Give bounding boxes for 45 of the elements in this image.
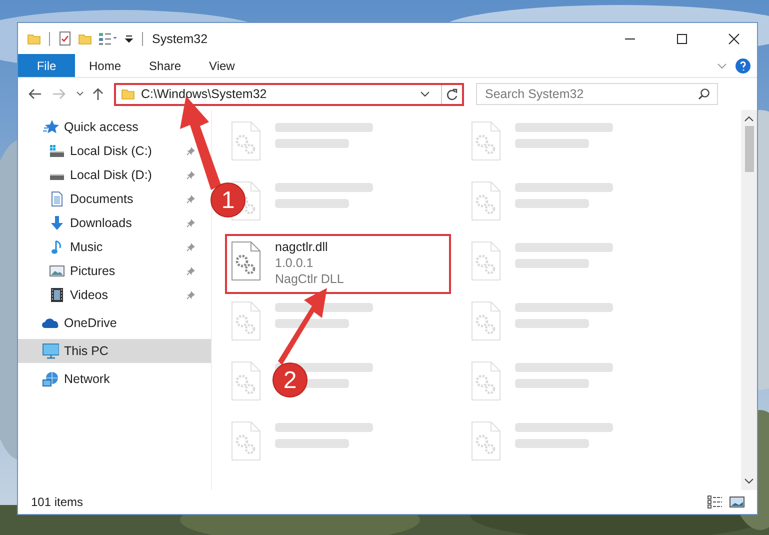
- picture-icon: [48, 264, 65, 278]
- file-tile[interactable]: nagctlr.dll 1.0.0.1 NagCtlr DLL: [225, 234, 451, 294]
- drive-icon: [48, 144, 65, 158]
- folder-icon: [120, 87, 136, 101]
- search-field[interactable]: Search System32: [476, 83, 718, 105]
- view-options-icon[interactable]: [98, 32, 118, 46]
- nav-item[interactable]: This PC: [18, 339, 211, 363]
- file-name: nagctlr.dll: [275, 239, 329, 255]
- globe-icon: [42, 371, 59, 387]
- close-icon[interactable]: [728, 32, 740, 44]
- nav-item[interactable]: Pictures: [18, 259, 200, 283]
- file-menu-tab[interactable]: File: [18, 54, 75, 77]
- recent-caret-icon[interactable]: [76, 91, 84, 97]
- star-icon: [42, 119, 59, 135]
- help-icon[interactable]: [735, 58, 751, 74]
- up-arrow-icon[interactable]: [92, 87, 104, 101]
- film-icon: [48, 287, 65, 303]
- file-detail: 1.0.0.1: [275, 255, 314, 271]
- expand-ribbon-icon[interactable]: [717, 62, 727, 70]
- scrollbar-thumb[interactable]: [744, 126, 754, 172]
- item-count: 101 items: [31, 495, 84, 509]
- ribbon-tab[interactable]: View: [195, 54, 249, 77]
- properties-icon[interactable]: [58, 31, 72, 46]
- refresh-icon[interactable]: [446, 88, 458, 100]
- dll-file-icon: [231, 241, 261, 281]
- window-title: System32: [152, 32, 208, 46]
- nav-item[interactable]: Videos: [18, 283, 200, 307]
- scroll-up-icon[interactable]: [744, 116, 754, 122]
- nav-item[interactable]: Music: [18, 235, 200, 259]
- customize-caret-icon[interactable]: [124, 34, 134, 44]
- nav-item[interactable]: Network: [18, 367, 211, 391]
- back-arrow-icon[interactable]: [28, 88, 42, 100]
- ribbon-tab[interactable]: Home: [75, 54, 136, 77]
- cloud-icon: [42, 317, 59, 329]
- monitor-icon: [42, 343, 59, 359]
- numbered-arrow-callout: 2: [272, 288, 327, 398]
- details-view-icon[interactable]: [707, 495, 723, 509]
- search-icon[interactable]: [698, 88, 710, 100]
- download-arrow-icon: [48, 215, 65, 231]
- ribbon-tab[interactable]: Share: [135, 54, 196, 77]
- large-icons-view-icon[interactable]: [729, 495, 745, 509]
- file-detail: NagCtlr DLL: [275, 271, 344, 287]
- scroll-down-icon[interactable]: [744, 478, 754, 484]
- maximize-icon[interactable]: [676, 32, 688, 44]
- nav-item[interactable]: OneDrive: [18, 311, 211, 335]
